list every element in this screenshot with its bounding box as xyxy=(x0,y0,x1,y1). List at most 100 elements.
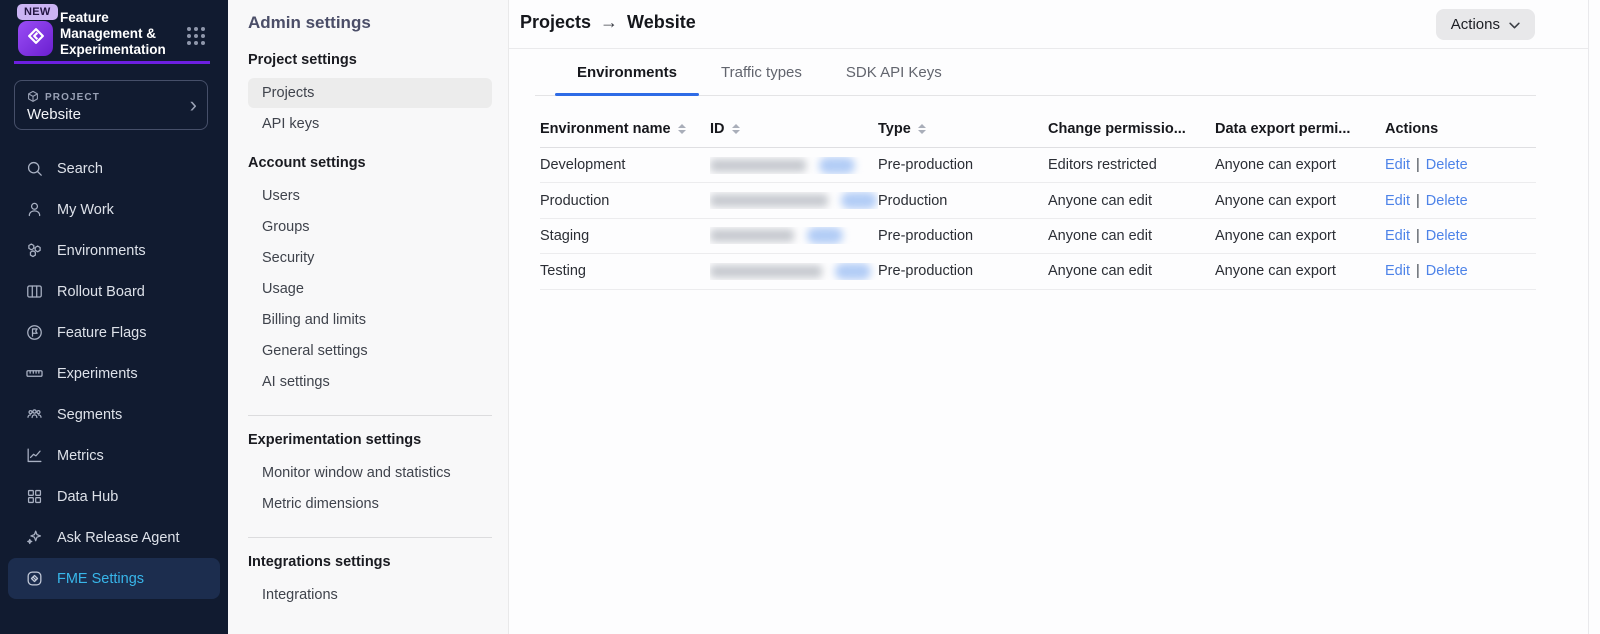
admin-nav-integrations[interactable]: Integrations xyxy=(248,580,492,610)
environment-id-cell xyxy=(710,263,878,280)
sidebar-item-experiments[interactable]: Experiments xyxy=(8,353,220,394)
breadcrumb-current: Website xyxy=(627,12,696,33)
column-label: Type xyxy=(878,121,911,137)
redacted-copy-chip[interactable] xyxy=(807,227,843,244)
tab-environments[interactable]: Environments xyxy=(555,49,699,95)
breadcrumb-parent[interactable]: Projects xyxy=(520,12,591,33)
sidebar-item-my-work[interactable]: My Work xyxy=(8,189,220,230)
admin-settings-nav: Project settings ProjectsAPI keys Account … xyxy=(248,52,492,610)
redacted-id xyxy=(710,229,794,242)
admin-nav-general-settings[interactable]: General settings xyxy=(248,336,492,366)
edit-link[interactable]: Edit xyxy=(1385,263,1410,279)
type-cell: Pre-production xyxy=(878,157,1048,173)
redacted-id xyxy=(710,159,806,172)
main-header: Projects → Website Actions xyxy=(509,0,1600,49)
section-divider xyxy=(248,415,492,416)
redacted-copy-chip[interactable] xyxy=(841,192,877,209)
sidebar-item-fme-settings[interactable]: FME Settings xyxy=(8,558,220,599)
admin-settings-title: Admin settings xyxy=(248,13,492,33)
type-cell: Pre-production xyxy=(878,228,1048,244)
redacted-copy-chip[interactable] xyxy=(819,157,855,174)
flag-icon xyxy=(24,323,44,342)
project-selector[interactable]: PROJECT Website › xyxy=(14,80,208,130)
column-header-type: Type xyxy=(878,121,1048,137)
admin-nav-projects[interactable]: Projects xyxy=(248,78,492,108)
tab-sdk-api-keys[interactable]: SDK API Keys xyxy=(824,49,964,95)
app-switcher-icon[interactable] xyxy=(187,27,205,45)
actions-cell: Edit | Delete xyxy=(1385,228,1536,244)
product-logo xyxy=(18,21,53,56)
column-header-actions: Actions xyxy=(1385,121,1536,137)
tab-bar: EnvironmentsTraffic typesSDK API Keys xyxy=(535,49,1536,96)
delete-link[interactable]: Delete xyxy=(1426,157,1468,173)
table-body: DevelopmentPre-productionEditors restric… xyxy=(540,148,1536,290)
table-row-staging: StagingPre-productionAnyone can editAnyo… xyxy=(540,219,1536,254)
scrollbar-track[interactable] xyxy=(1588,0,1600,634)
actions-cell: Edit|Delete xyxy=(1385,157,1536,173)
sort-icon[interactable] xyxy=(732,124,740,134)
redacted-copy-chip[interactable] xyxy=(835,263,871,280)
tab-traffic-types[interactable]: Traffic types xyxy=(699,49,824,95)
sidebar-item-feature-flags[interactable]: Feature Flags xyxy=(8,312,220,353)
edit-link[interactable]: Edit xyxy=(1385,228,1410,244)
admin-nav-api-keys[interactable]: API keys xyxy=(248,109,492,139)
admin-nav-monitor-window-and-statistics[interactable]: Monitor window and statistics xyxy=(248,458,492,488)
admin-section-heading-account-settings: Account settings xyxy=(248,155,492,171)
admin-section-heading-project-settings: Project settings xyxy=(248,52,492,68)
column-label: Change permissio... xyxy=(1048,121,1186,137)
edit-link[interactable]: Edit xyxy=(1385,157,1410,173)
sidebar-item-metrics[interactable]: Metrics xyxy=(8,435,220,476)
split-logo-icon xyxy=(25,25,47,52)
admin-nav-billing-and-limits[interactable]: Billing and limits xyxy=(248,305,492,335)
people-icon xyxy=(24,405,44,424)
delete-link[interactable]: Delete xyxy=(1426,228,1468,244)
change-permissions-cell: Anyone can edit xyxy=(1048,193,1215,209)
sidebar-item-rollout-board[interactable]: Rollout Board xyxy=(8,271,220,312)
sidebar-item-label: Data Hub xyxy=(57,489,118,505)
section-divider xyxy=(248,537,492,538)
sidebar-item-environments[interactable]: Environments xyxy=(8,230,220,271)
environment-name-cell: Staging xyxy=(540,228,710,244)
sidebar-item-label: Search xyxy=(57,161,103,177)
sidebar-item-ask-release-agent[interactable]: Ask Release Agent xyxy=(8,517,220,558)
admin-nav-groups[interactable]: Groups xyxy=(248,212,492,242)
admin-nav-security[interactable]: Security xyxy=(248,243,492,273)
data-export-cell: Anyone can export xyxy=(1215,228,1385,244)
environment-id-cell xyxy=(710,157,878,174)
chevron-down-icon xyxy=(1509,16,1520,33)
admin-nav-metric-dimensions[interactable]: Metric dimensions xyxy=(248,489,492,519)
column-label: Actions xyxy=(1385,121,1438,137)
sidebar-item-segments[interactable]: Segments xyxy=(8,394,220,435)
search-icon xyxy=(24,159,44,178)
admin-nav-users[interactable]: Users xyxy=(248,181,492,211)
actions-cell: Edit|Delete xyxy=(1385,263,1536,279)
edit-link[interactable]: Edit xyxy=(1385,193,1410,209)
sidebar-item-label: Feature Flags xyxy=(57,325,146,341)
admin-nav-ai-settings[interactable]: AI settings xyxy=(248,367,492,397)
sidebar-item-search[interactable]: Search xyxy=(8,148,220,189)
change-permissions-cell: Anyone can edit xyxy=(1048,263,1215,279)
admin-settings-sidebar: Admin settings Project settingsProjectsA… xyxy=(228,0,509,634)
change-permissions-cell: Editors restricted xyxy=(1048,157,1215,173)
project-label-text: PROJECT xyxy=(45,92,100,103)
sort-icon[interactable] xyxy=(678,124,686,134)
sidebar-item-label: Experiments xyxy=(57,366,138,382)
sidebar-item-data-hub[interactable]: Data Hub xyxy=(8,476,220,517)
project-name: Website xyxy=(27,106,81,123)
data-export-cell: Anyone can export xyxy=(1215,193,1385,209)
main-content: Projects → Website Actions EnvironmentsT… xyxy=(509,0,1600,634)
delete-link[interactable]: Delete xyxy=(1426,193,1468,209)
environments-table: Environment nameIDTypeChange permissio..… xyxy=(540,110,1536,290)
admin-section-heading-integrations-settings: Integrations settings xyxy=(248,554,492,570)
actions-button[interactable]: Actions xyxy=(1436,9,1535,40)
action-separator: | xyxy=(1416,228,1420,244)
sort-icon[interactable] xyxy=(918,124,926,134)
chevron-right-icon: › xyxy=(190,92,197,118)
delete-link[interactable]: Delete xyxy=(1426,263,1468,279)
action-separator: | xyxy=(1416,193,1420,209)
admin-nav-usage[interactable]: Usage xyxy=(248,274,492,304)
sidebar-item-label: Environments xyxy=(57,243,146,259)
data-export-cell: Anyone can export xyxy=(1215,263,1385,279)
column-header-id: ID xyxy=(710,121,878,137)
environment-name-cell: Testing xyxy=(540,263,710,279)
